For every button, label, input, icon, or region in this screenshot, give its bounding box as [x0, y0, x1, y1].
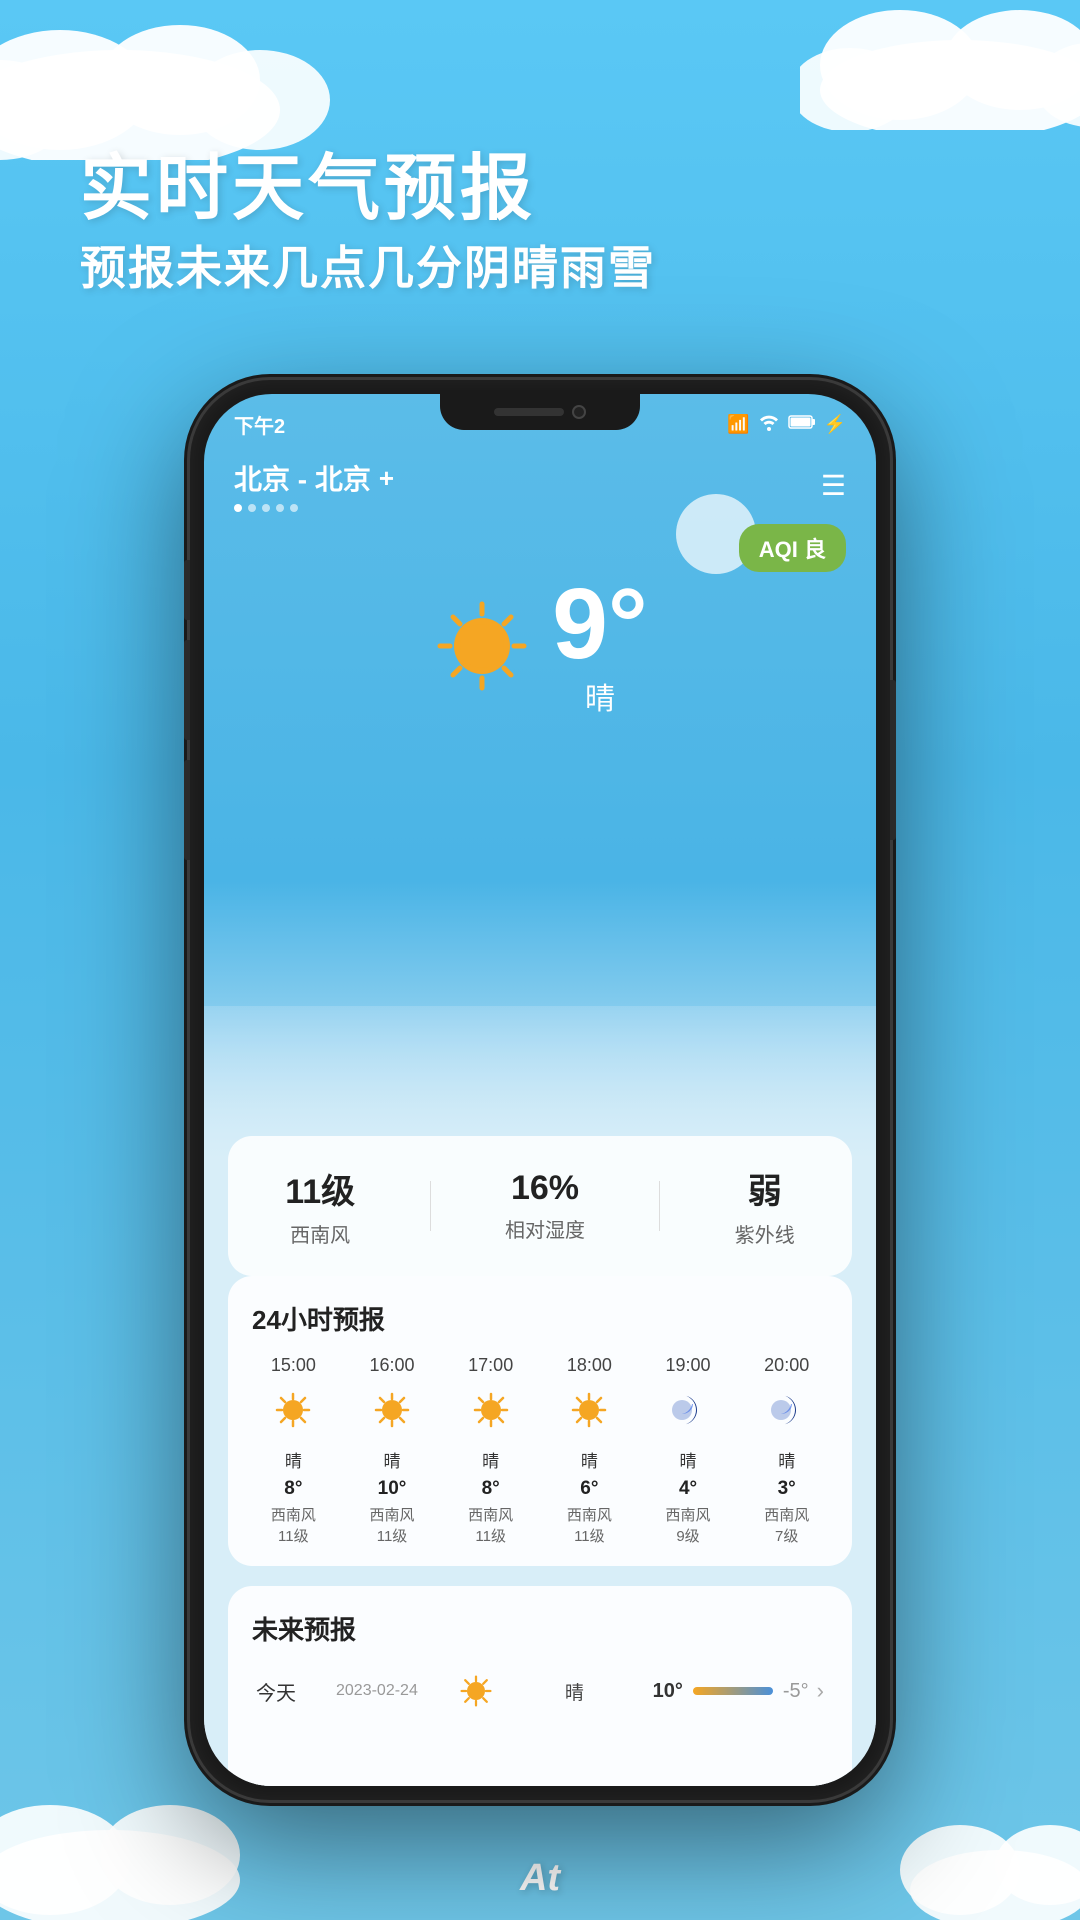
camera [572, 405, 586, 419]
temperature: 9° [552, 574, 648, 674]
dot-3 [262, 504, 270, 512]
uv-stat: 弱 紫外线 [735, 1164, 795, 1248]
humidity-stat: 16% 相对湿度 [505, 1169, 585, 1243]
hour-sun-icon-16 [372, 1390, 412, 1430]
hour-sun-icon-15 [273, 1390, 313, 1430]
forecast-future-card: 未来预报 今天 2023-02-24 [228, 1586, 852, 1786]
dot-1 [234, 504, 242, 512]
side-button-mute [184, 560, 190, 620]
hour-item-16: 16:00 [343, 1355, 442, 1546]
hour-moon-icon-19 [668, 1390, 708, 1430]
phone-frame: 下午2 📶 ⚡ [190, 380, 890, 1800]
cards-area: 11级 西南风 16% 相对湿度 弱 紫外线 24 [204, 1006, 876, 1786]
main-weather: 9° 晴 [204, 574, 876, 718]
header-subtitle: 预报未来几点几分阴晴雨雪 [80, 241, 1000, 296]
header-text: 实时天气预报 预报未来几点几分阴晴雨雪 [80, 150, 1000, 296]
cloud-top-right [800, 0, 1080, 130]
wind-stat: 11级 西南风 [285, 1164, 355, 1248]
cloud-top-left [0, 0, 340, 160]
nav-dots [234, 504, 394, 512]
forecast-future-title: 未来预报 [244, 1610, 836, 1647]
hour-sun-icon-18 [569, 1390, 609, 1430]
wind-label: 西南风 [285, 1219, 355, 1248]
side-button-vol-down [184, 760, 190, 860]
side-button-power [890, 680, 896, 840]
future-day: 今天 [256, 1677, 336, 1706]
aqi-badge: AQI 良 [739, 524, 846, 572]
phone-screen: 下午2 📶 ⚡ [204, 394, 876, 1786]
dot-5 [290, 504, 298, 512]
add-city-button[interactable]: + [379, 463, 394, 494]
charging-icon: ⚡ [824, 414, 846, 435]
divider-1 [430, 1181, 431, 1231]
cloud-bottom-right [900, 1800, 1080, 1920]
future-row-today: 今天 2023-02-24 [244, 1665, 836, 1717]
status-time: 下午2 [234, 410, 285, 439]
future-arrow: › [817, 1678, 824, 1704]
header-title: 实时天气预报 [80, 150, 1000, 229]
signal-icon: 📶 [727, 414, 749, 435]
temp-bar [693, 1687, 773, 1695]
battery-icon [788, 414, 816, 435]
forecast-24h-card: 24小时预报 15:00 [228, 1276, 852, 1566]
phone-wrapper: 下午2 📶 ⚡ [190, 380, 890, 1800]
speaker [494, 408, 564, 416]
hour-item-19: 19:00 晴 4° 西南风 9级 [639, 1355, 738, 1546]
bottom-at-text: At [520, 1857, 560, 1900]
dot-2 [248, 504, 256, 512]
top-nav: 北京 - 北京 + ☰ [204, 446, 876, 512]
menu-button[interactable]: ☰ [821, 469, 846, 502]
hour-item-20: 20:00 晴 3° 西南风 7级 [737, 1355, 836, 1546]
temp-display: 9° 晴 [552, 574, 648, 718]
weather-description: 晴 [552, 674, 648, 718]
side-button-vol-up [184, 640, 190, 740]
hourly-row: 15:00 [244, 1355, 836, 1546]
dot-4 [276, 504, 284, 512]
notch [440, 394, 640, 430]
nav-left: 北京 - 北京 + [234, 458, 394, 512]
hour-item-15: 15:00 [244, 1355, 343, 1546]
hour-item-18: 18:00 [540, 1355, 639, 1546]
divider-2 [659, 1181, 660, 1231]
sun-icon [432, 596, 532, 696]
uv-value: 弱 [735, 1164, 795, 1213]
humidity-label: 相对湿度 [505, 1214, 585, 1243]
hour-sun-icon-17 [471, 1390, 511, 1430]
status-icons: 📶 ⚡ [727, 413, 846, 436]
nav-city[interactable]: 北京 - 北京 + [234, 458, 394, 498]
uv-label: 紫外线 [735, 1219, 795, 1248]
hour-moon-icon-20 [767, 1390, 807, 1430]
humidity-value: 16% [505, 1169, 585, 1208]
wifi-icon [758, 413, 780, 436]
hour-item-17: 17:00 [441, 1355, 540, 1546]
future-sun-icon [456, 1673, 496, 1709]
future-date: 2023-02-24 [336, 1682, 456, 1700]
forecast-24h-title: 24小时预报 [244, 1300, 836, 1337]
aqi-value: 良 [804, 537, 826, 562]
wind-value: 11级 [285, 1164, 355, 1213]
future-desc: 晴 [496, 1678, 653, 1705]
stats-card: 11级 西南风 16% 相对湿度 弱 紫外线 [228, 1136, 852, 1276]
cloud-bottom-left [0, 1780, 250, 1920]
future-temps: 10° -5° [653, 1680, 809, 1703]
